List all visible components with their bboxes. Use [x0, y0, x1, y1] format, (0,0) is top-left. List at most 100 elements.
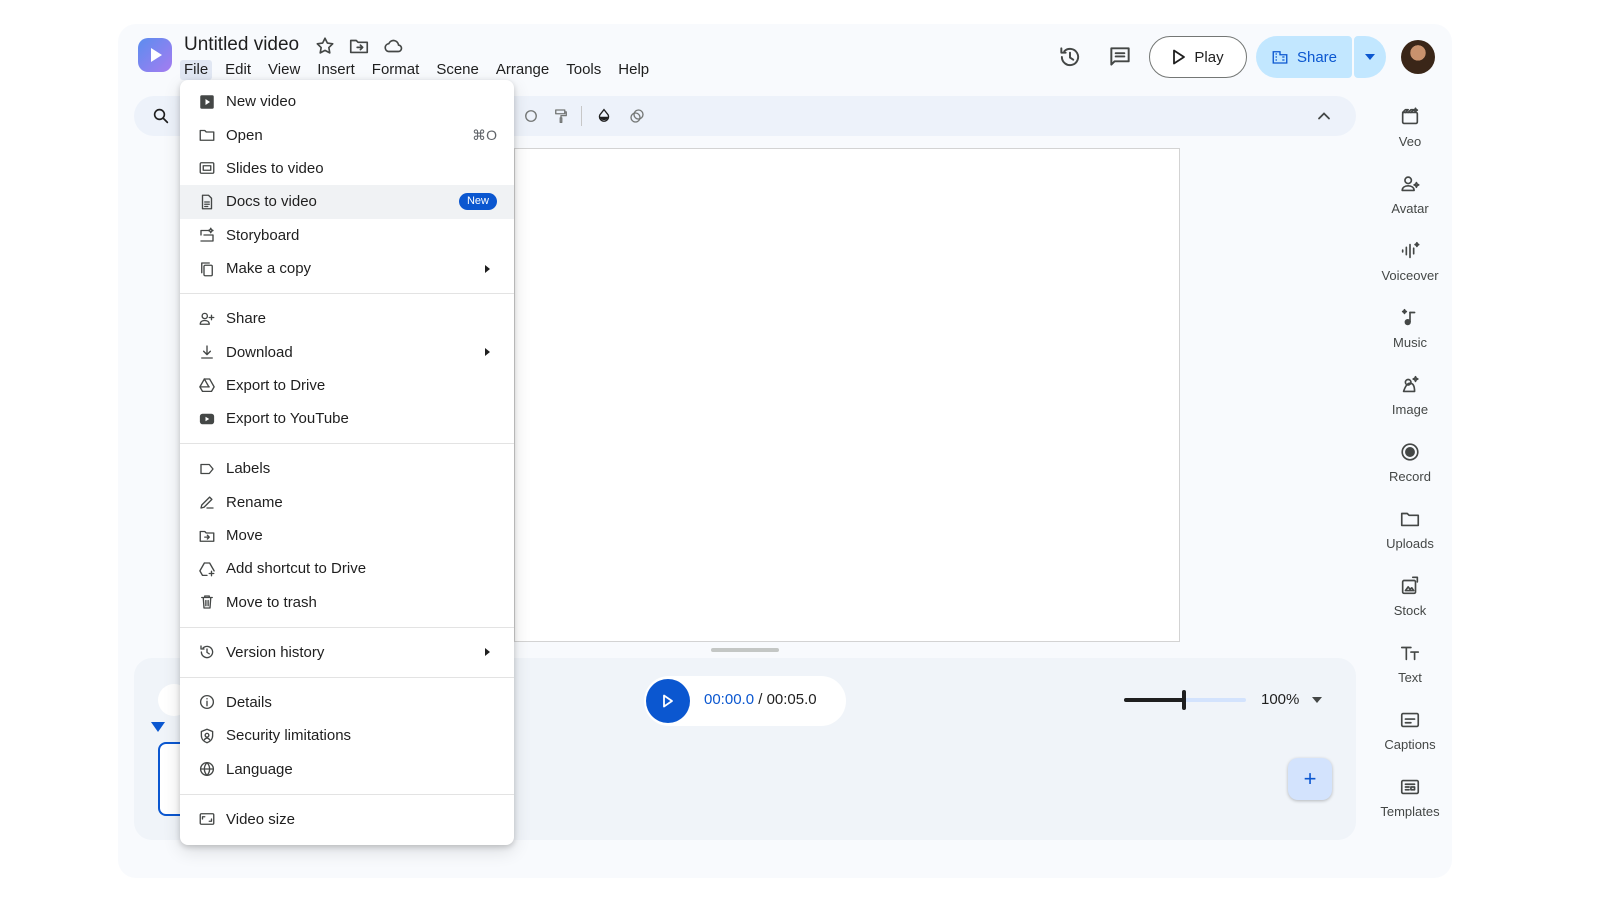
comments-icon[interactable] [1107, 44, 1133, 70]
resize-handle[interactable] [711, 648, 779, 652]
menu-scene[interactable]: Scene [432, 60, 483, 80]
zoom-slider-thumb[interactable] [1182, 690, 1186, 710]
move-folder-icon[interactable] [348, 35, 370, 57]
menu-item-open[interactable]: Open ⌘O [180, 118, 514, 151]
collapse-toolbar-icon[interactable] [1316, 108, 1332, 124]
rail-item-label: Record [1389, 469, 1431, 484]
rail-item-voiceover[interactable]: Voiceover [1368, 236, 1452, 303]
folder-icon [198, 126, 216, 144]
aspect-ratio-icon [198, 810, 216, 828]
paint-format-icon[interactable] [552, 107, 570, 125]
play-button[interactable]: Play [1149, 36, 1247, 78]
menu-item-download[interactable]: Download [180, 335, 514, 368]
avatar-icon [1399, 173, 1421, 195]
drive-icon [198, 376, 216, 394]
menu-item-docs-to-video[interactable]: Docs to video New [180, 185, 514, 219]
menu-item-rename[interactable]: Rename [180, 485, 514, 518]
menu-item-details[interactable]: Details [180, 686, 514, 719]
rail-item-image[interactable]: Image [1368, 370, 1452, 437]
add-scene-button[interactable]: + [1288, 758, 1332, 800]
menu-item-label: Export to Drive [226, 376, 326, 394]
menu-item-storyboard[interactable]: Storyboard [180, 219, 514, 252]
app-logo-icon[interactable] [138, 38, 172, 72]
search-icon[interactable] [152, 107, 170, 125]
zoom-level[interactable]: 100% [1261, 691, 1299, 708]
scene-canvas[interactable] [514, 148, 1180, 642]
share-button[interactable]: Share [1256, 36, 1352, 78]
time-separator: / [754, 691, 767, 708]
new-badge: New [458, 193, 497, 211]
share-button-group: Share [1256, 36, 1386, 78]
rail-item-label: Music [1393, 335, 1427, 350]
menu-item-add-shortcut-to-drive[interactable]: Add shortcut to Drive [180, 552, 514, 585]
menu-item-label: Download [226, 343, 293, 361]
rail-item-uploads[interactable]: Uploads [1368, 504, 1452, 571]
templates-icon [1399, 776, 1421, 798]
menu-item-make-a-copy[interactable]: Make a copy [180, 252, 514, 285]
rail-item-veo[interactable]: Veo [1368, 102, 1452, 169]
shield-icon [198, 727, 216, 745]
rail-item-templates[interactable]: Templates [1368, 772, 1452, 839]
document-title[interactable]: Untitled video [184, 34, 299, 56]
menu-item-security-limitations[interactable]: Security limitations [180, 719, 514, 752]
menu-edit[interactable]: Edit [221, 60, 255, 80]
menu-item-slides-to-video[interactable]: Slides to video [180, 152, 514, 185]
domain-icon [1272, 51, 1288, 64]
storyboard-icon [198, 226, 216, 244]
menu-arrange[interactable]: Arrange [492, 60, 553, 80]
menu-item-label: Add shortcut to Drive [226, 560, 367, 578]
playhead-marker[interactable] [151, 722, 165, 732]
image-icon [1399, 374, 1421, 396]
cloud-saved-icon[interactable] [382, 35, 404, 57]
menu-bar: File Edit View Insert Format Scene Arrange Tool… [180, 60, 662, 80]
veo-icon [1399, 106, 1421, 128]
caret-down-icon[interactable] [1312, 697, 1322, 705]
menu-tools[interactable]: Tools [562, 60, 605, 80]
menu-item-label: Make a copy [226, 260, 312, 278]
share-dropdown-button[interactable] [1354, 36, 1386, 78]
submenu-arrow-icon [485, 648, 490, 657]
timeline-play-button[interactable] [646, 679, 690, 723]
menu-item-label: Security limitations [226, 727, 352, 745]
rail-item-captions[interactable]: Captions [1368, 705, 1452, 772]
star-icon[interactable] [314, 35, 336, 57]
menu-item-video-size[interactable]: Video size [180, 802, 514, 835]
play-icon [663, 694, 673, 708]
rail-item-record[interactable]: Record [1368, 437, 1452, 504]
fill-color-icon[interactable] [595, 107, 613, 125]
version-history-icon[interactable] [1057, 44, 1083, 70]
text-icon [1399, 642, 1421, 664]
youtube-icon [198, 410, 216, 428]
total-time: 00:05.0 [766, 691, 817, 708]
rail-item-avatar[interactable]: Avatar [1368, 169, 1452, 236]
rail-item-music[interactable]: Music [1368, 303, 1452, 370]
menu-item-new-video[interactable]: New video [180, 85, 514, 118]
rail-item-stock[interactable]: Stock [1368, 571, 1452, 638]
user-avatar[interactable] [1401, 40, 1435, 74]
menu-item-label: Video size [226, 810, 295, 828]
menu-item-labels[interactable]: Labels [180, 452, 514, 485]
menu-insert[interactable]: Insert [313, 60, 359, 80]
keyboard-shortcut: ⌘O [472, 126, 497, 143]
menu-format[interactable]: Format [368, 60, 424, 80]
menu-item-share[interactable]: Share [180, 302, 514, 335]
rail-item-text[interactable]: Text [1368, 638, 1452, 705]
menu-item-language[interactable]: Language [180, 752, 514, 785]
submenu-arrow-icon [485, 264, 490, 273]
opacity-icon[interactable] [628, 107, 646, 125]
menu-view[interactable]: View [264, 60, 304, 80]
download-icon [198, 343, 216, 361]
menu-separator [180, 443, 514, 445]
menu-file[interactable]: File [180, 60, 213, 80]
menu-separator [180, 626, 514, 628]
menu-item-export-to-drive[interactable]: Export to Drive [180, 369, 514, 402]
rail-item-label: Text [1398, 670, 1422, 685]
menu-item-export-to-youtube[interactable]: Export to YouTube [180, 402, 514, 435]
menu-help[interactable]: Help [614, 60, 653, 80]
menu-item-label: Labels [226, 460, 271, 478]
menu-item-move[interactable]: Move [180, 519, 514, 552]
menu-item-move-to-trash[interactable]: Move to trash [180, 586, 514, 619]
crop-icon[interactable] [522, 107, 540, 125]
folder-move-icon [198, 527, 216, 545]
menu-item-version-history[interactable]: Version history [180, 636, 514, 669]
